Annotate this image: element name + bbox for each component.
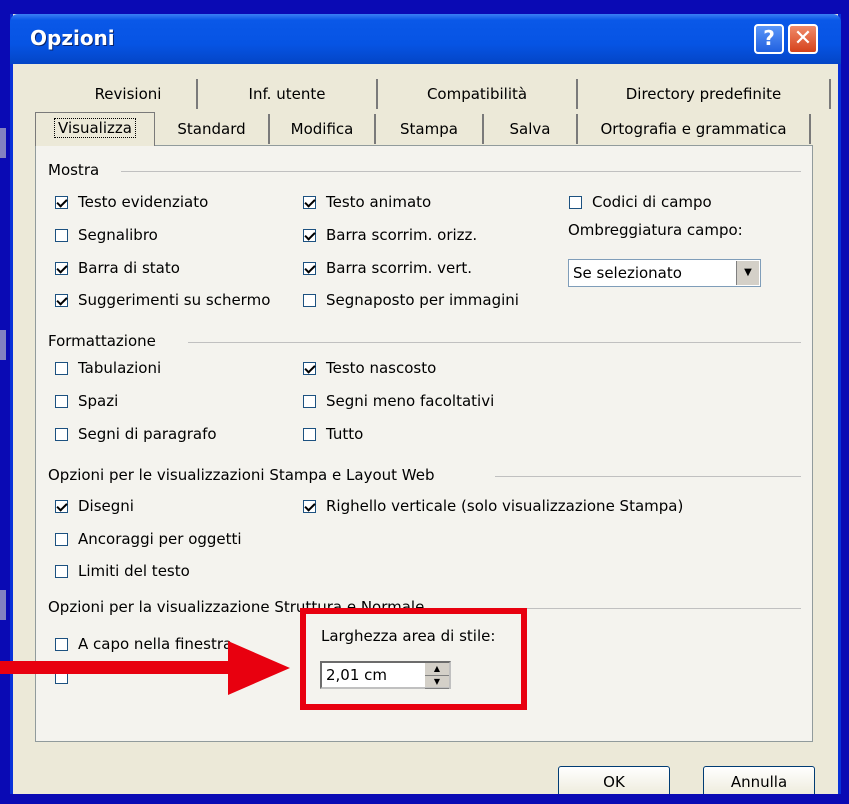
tab-salva[interactable]: Salva <box>484 114 578 144</box>
tab-ortografia[interactable]: Ortografia e grammatica <box>578 114 811 144</box>
checkbox-label: Limiti del testo <box>78 562 190 580</box>
tab-directory-predefinite[interactable]: Directory predefinite <box>578 79 831 109</box>
window-title: Opzioni <box>30 26 115 50</box>
checkbox-icon <box>55 565 68 578</box>
divider <box>121 171 801 172</box>
chevron-down-icon[interactable]: ▼ <box>736 261 759 285</box>
checkbox-label: Tabulazioni <box>78 359 162 377</box>
checkbox-icon <box>55 500 68 513</box>
checkbox-segnalibro[interactable]: Segnalibro <box>55 225 158 245</box>
tab-visualizza[interactable]: Visualizza <box>35 112 155 146</box>
checkbox-tutto[interactable]: Tutto <box>303 424 363 444</box>
checkbox-icon <box>303 262 316 275</box>
checkbox-icon <box>55 262 68 275</box>
checkbox-icon <box>303 362 316 375</box>
group-stampa-web-heading: Opzioni per le visualizzazioni Stampa e … <box>48 466 435 484</box>
divider <box>483 608 801 609</box>
checkbox-label: Disegni <box>78 497 134 515</box>
checkbox-icon <box>55 229 68 242</box>
checkbox-icon <box>55 395 68 408</box>
checkbox-label: Barra scorrim. orizz. <box>326 226 478 244</box>
checkbox-righello[interactable]: Righello verticale (solo visualizzazione… <box>303 496 683 516</box>
arrow-icon <box>0 661 240 674</box>
checkbox-label: Spazi <box>78 392 119 410</box>
checkbox-icon <box>55 196 68 209</box>
checkbox-label: Segnalibro <box>78 226 158 244</box>
help-button[interactable]: ? <box>754 24 784 54</box>
checkbox-label: Testo animato <box>326 193 432 211</box>
checkbox-a-capo[interactable]: A capo nella finestra <box>55 634 232 654</box>
checkbox-icon <box>55 638 68 651</box>
close-button[interactable]: ✕ <box>788 24 818 54</box>
group-mostra-heading: Mostra <box>48 161 100 179</box>
arrow-head-icon <box>228 641 290 695</box>
checkbox-label: Segnaposto per immagini <box>326 291 519 309</box>
checkbox-label: Tutto <box>326 425 364 443</box>
group-formattazione-heading: Formattazione <box>48 332 156 350</box>
checkbox-label: Barra scorrim. vert. <box>326 259 473 277</box>
checkbox-icon <box>55 533 68 546</box>
tab-compatibilita[interactable]: Compatibilità <box>378 79 578 109</box>
checkbox-icon <box>303 196 316 209</box>
checkbox-label: Segni di paragrafo <box>78 425 217 443</box>
checkbox-testo-animato[interactable]: Testo animato <box>303 192 431 212</box>
tab-inf-utente[interactable]: Inf. utente <box>198 79 378 109</box>
checkbox-label: Ancoraggi per oggetti <box>78 530 242 548</box>
ombreggiatura-select[interactable]: Se selezionato ▼ <box>568 259 761 287</box>
checkbox-icon <box>569 196 582 209</box>
tab-standard[interactable]: Standard <box>155 114 270 144</box>
checkbox-spazi[interactable]: Spazi <box>55 391 118 411</box>
divider <box>495 476 801 477</box>
checkbox-ancoraggi[interactable]: Ancoraggi per oggetti <box>55 529 242 549</box>
checkbox-icon <box>55 362 68 375</box>
highlight-box <box>300 608 527 710</box>
checkbox-label: A capo nella finestra <box>78 635 233 653</box>
checkbox-icon <box>303 294 316 307</box>
checkbox-icon <box>55 428 68 441</box>
checkbox-disegni[interactable]: Disegni <box>55 496 134 516</box>
title-bar[interactable]: Opzioni ? ✕ <box>10 14 841 64</box>
ombreggiatura-value: Se selezionato <box>573 264 682 282</box>
checkbox-tabulazioni[interactable]: Tabulazioni <box>55 358 161 378</box>
checkbox-suggerimenti[interactable]: Suggerimenti su schermo <box>55 290 270 310</box>
checkbox-segnaposto[interactable]: Segnaposto per immagini <box>303 290 519 310</box>
checkbox-testo-evidenziato[interactable]: Testo evidenziato <box>55 192 208 212</box>
checkbox-label: Righello verticale (solo visualizzazione… <box>326 497 684 515</box>
ombreggiatura-label: Ombreggiatura campo: <box>568 221 743 239</box>
checkbox-icon <box>55 294 68 307</box>
checkbox-codici-campo[interactable]: Codici di campo <box>569 192 712 212</box>
tab-modifica[interactable]: Modifica <box>270 114 376 144</box>
checkbox-label: Testo evidenziato <box>78 193 209 211</box>
checkbox-limiti[interactable]: Limiti del testo <box>55 561 190 581</box>
checkbox-segni-paragrafo[interactable]: Segni di paragrafo <box>55 424 217 444</box>
checkbox-barra-vert[interactable]: Barra scorrim. vert. <box>303 258 472 278</box>
checkbox-icon <box>303 500 316 513</box>
tab-stampa[interactable]: Stampa <box>376 114 484 144</box>
checkbox-label: Suggerimenti su schermo <box>78 291 271 309</box>
checkbox-label: Testo nascosto <box>326 359 437 377</box>
checkbox-segni-meno[interactable]: Segni meno facoltativi <box>303 391 494 411</box>
checkbox-barra-stato[interactable]: Barra di stato <box>55 258 180 278</box>
checkbox-label: Segni meno facoltativi <box>326 392 495 410</box>
checkbox-barra-orizz[interactable]: Barra scorrim. orizz. <box>303 225 477 245</box>
tab-revisioni[interactable]: Revisioni <box>60 79 198 109</box>
checkbox-label: Barra di stato <box>78 259 180 277</box>
checkbox-icon <box>303 428 316 441</box>
tab-visualizza-label: Visualizza <box>54 118 136 138</box>
bottom-strip <box>10 794 841 804</box>
checkbox-icon <box>303 229 316 242</box>
checkbox-testo-nascosto[interactable]: Testo nascosto <box>303 358 436 378</box>
checkbox-label: Codici di campo <box>592 193 712 211</box>
checkbox-icon <box>303 395 316 408</box>
divider <box>188 342 801 343</box>
